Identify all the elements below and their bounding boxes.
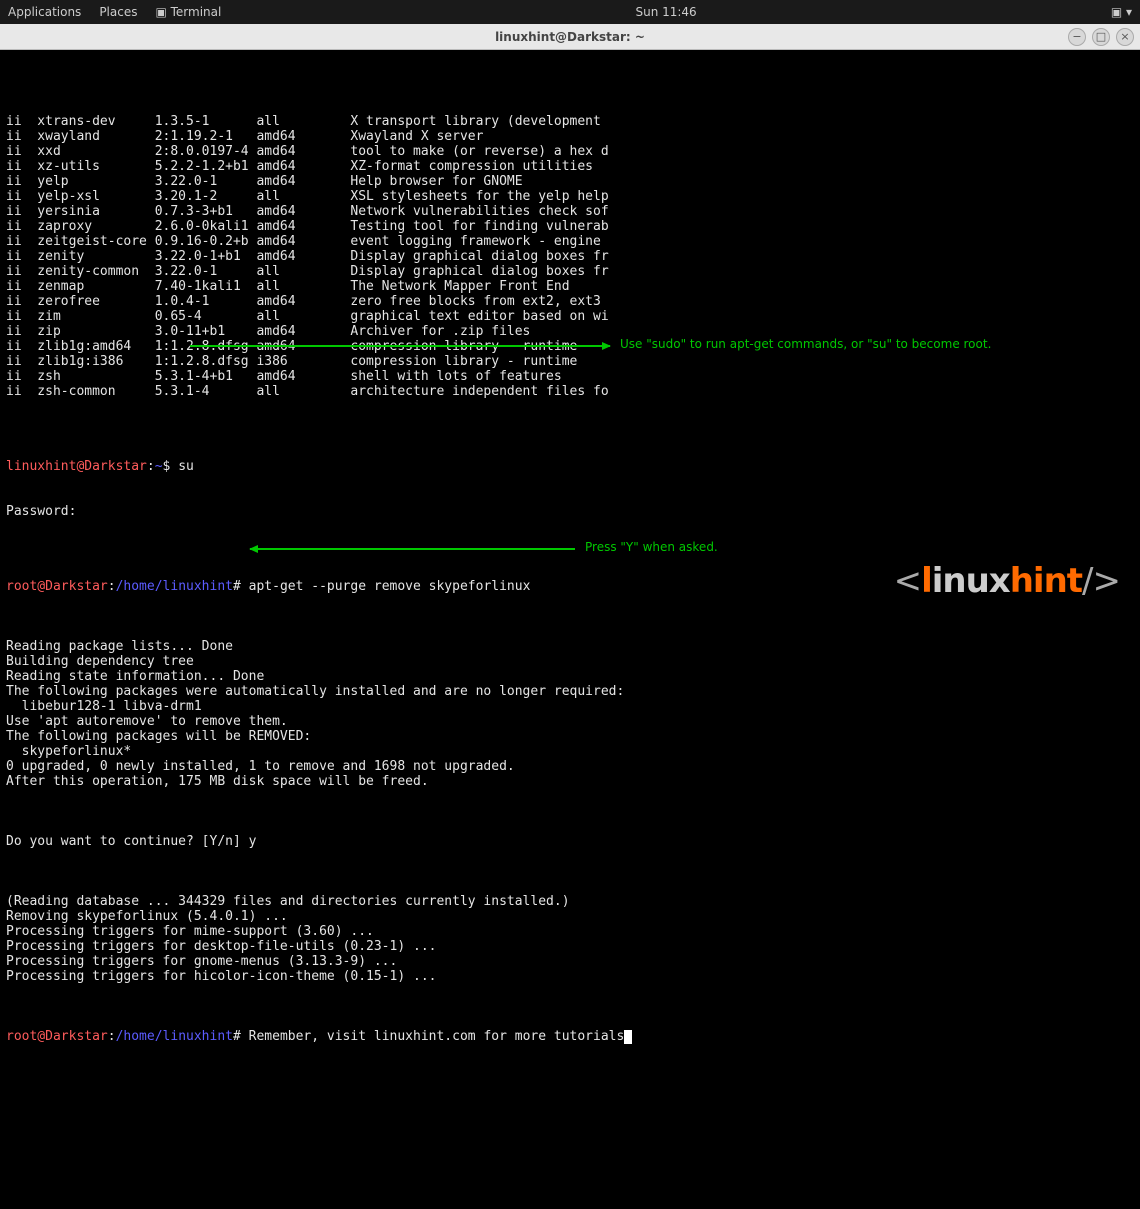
annotation-pressy: Press "Y" when asked. xyxy=(585,540,718,555)
pkg-row: ii zlib1g:i386 1:1.2.8.dfsg i386 compres… xyxy=(6,354,1134,369)
pkg-row: ii zip 3.0-11+b1 amd64 Archiver for .zip… xyxy=(6,324,1134,339)
panel-applications[interactable]: Applications xyxy=(8,5,81,19)
minimize-button[interactable]: − xyxy=(1068,28,1086,46)
pkg-row: ii zerofree 1.0.4-1 amd64 zero free bloc… xyxy=(6,294,1134,309)
window-title: linuxhint@Darkstar: ~ xyxy=(495,30,645,44)
apt-output-line: Reading state information... Done xyxy=(6,669,1134,684)
cmd-su: su xyxy=(178,459,194,474)
pkg-row: ii zlib1g:amd64 1:1.2.8.dfsg amd64 compr… xyxy=(6,339,1134,354)
pkg-row: ii zenmap 7.40-1kali1 all The Network Ma… xyxy=(6,279,1134,294)
apt-output-line: libebur128-1 libva-drm1 xyxy=(6,699,1134,714)
prompt-path: ~ xyxy=(155,459,163,474)
apt-output-line: skypeforlinux* xyxy=(6,744,1134,759)
pkg-row: ii yelp 3.22.0-1 amd64 Help browser for … xyxy=(6,174,1134,189)
password-prompt: Password: xyxy=(6,504,1134,519)
top-panel: Applications Places ▣ Terminal Sun 11:46… xyxy=(0,0,1140,24)
pkg-row: ii xwayland 2:1.19.2-1 amd64 Xwayland X … xyxy=(6,129,1134,144)
apt-output-line: The following packages will be REMOVED: xyxy=(6,729,1134,744)
apt-output-line: After this operation, 175 MB disk space … xyxy=(6,774,1134,789)
panel-terminal-label[interactable]: ▣ Terminal xyxy=(155,5,221,19)
terminal-output[interactable]: ii xtrans-dev 1.3.5-1 all X transport li… xyxy=(0,50,1140,628)
pkg-row: ii yersinia 0.7.3-3+b1 amd64 Network vul… xyxy=(6,204,1134,219)
apt-output-line: 0 upgraded, 0 newly installed, 1 to remo… xyxy=(6,759,1134,774)
prompt-user: linuxhint@Darkstar xyxy=(6,459,147,474)
cmd-apt-get: apt-get --purge remove skypeforlinux xyxy=(249,579,531,594)
panel-places[interactable]: Places xyxy=(99,5,137,19)
apt-output-line: Processing triggers for mime-support (3.… xyxy=(6,924,1134,939)
pkg-row: ii xxd 2:8.0.0197-4 amd64 tool to make (… xyxy=(6,144,1134,159)
continue-prompt: Do you want to continue? [Y/n] y xyxy=(6,834,1134,849)
apt-output-line: Processing triggers for desktop-file-uti… xyxy=(6,939,1134,954)
cursor xyxy=(624,1030,632,1044)
pkg-row: ii zsh-common 5.3.1-4 all architecture i… xyxy=(6,384,1134,399)
prompt-root-path: /home/linuxhint xyxy=(116,579,233,594)
system-tray[interactable]: ▣ ▾ xyxy=(1111,5,1132,19)
apt-output-line: The following packages were automaticall… xyxy=(6,684,1134,699)
window-titlebar: linuxhint@Darkstar: ~ − □ × xyxy=(0,24,1140,50)
apt-output-line: (Reading database ... 344329 files and d… xyxy=(6,894,1134,909)
pkg-row: ii xtrans-dev 1.3.5-1 all X transport li… xyxy=(6,114,1134,129)
pkg-row: ii zenity-common 3.22.0-1 all Display gr… xyxy=(6,264,1134,279)
apt-output-line: Reading package lists... Done xyxy=(6,639,1134,654)
pkg-row: ii yelp-xsl 3.20.1-2 all XSL stylesheets… xyxy=(6,189,1134,204)
apt-output-line: Use 'apt autoremove' to remove them. xyxy=(6,714,1134,729)
prompt-root-user: root@Darkstar xyxy=(6,579,108,594)
pkg-row: ii zim 0.65-4 all graphical text editor … xyxy=(6,309,1134,324)
apt-output-line: Processing triggers for hicolor-icon-the… xyxy=(6,969,1134,984)
maximize-button[interactable]: □ xyxy=(1092,28,1110,46)
apt-output-line: Building dependency tree xyxy=(6,654,1134,669)
arrow-pressy xyxy=(250,548,575,550)
apt-output-line: Processing triggers for gnome-menus (3.1… xyxy=(6,954,1134,969)
close-button[interactable]: × xyxy=(1116,28,1134,46)
pkg-row: ii zsh 5.3.1-4+b1 amd64 shell with lots … xyxy=(6,369,1134,384)
panel-clock: Sun 11:46 xyxy=(635,5,696,19)
cmd-final: Remember, visit linuxhint.com for more t… xyxy=(249,1029,625,1044)
apt-output-line: Removing skypeforlinux (5.4.0.1) ... xyxy=(6,909,1134,924)
pkg-row: ii zaproxy 2.6.0-0kali1 amd64 Testing to… xyxy=(6,219,1134,234)
pkg-row: ii zenity 3.22.0-1+b1 amd64 Display grap… xyxy=(6,249,1134,264)
pkg-row: ii zeitgeist-core 0.9.16-0.2+b amd64 eve… xyxy=(6,234,1134,249)
pkg-row: ii xz-utils 5.2.2-1.2+b1 amd64 XZ-format… xyxy=(6,159,1134,174)
